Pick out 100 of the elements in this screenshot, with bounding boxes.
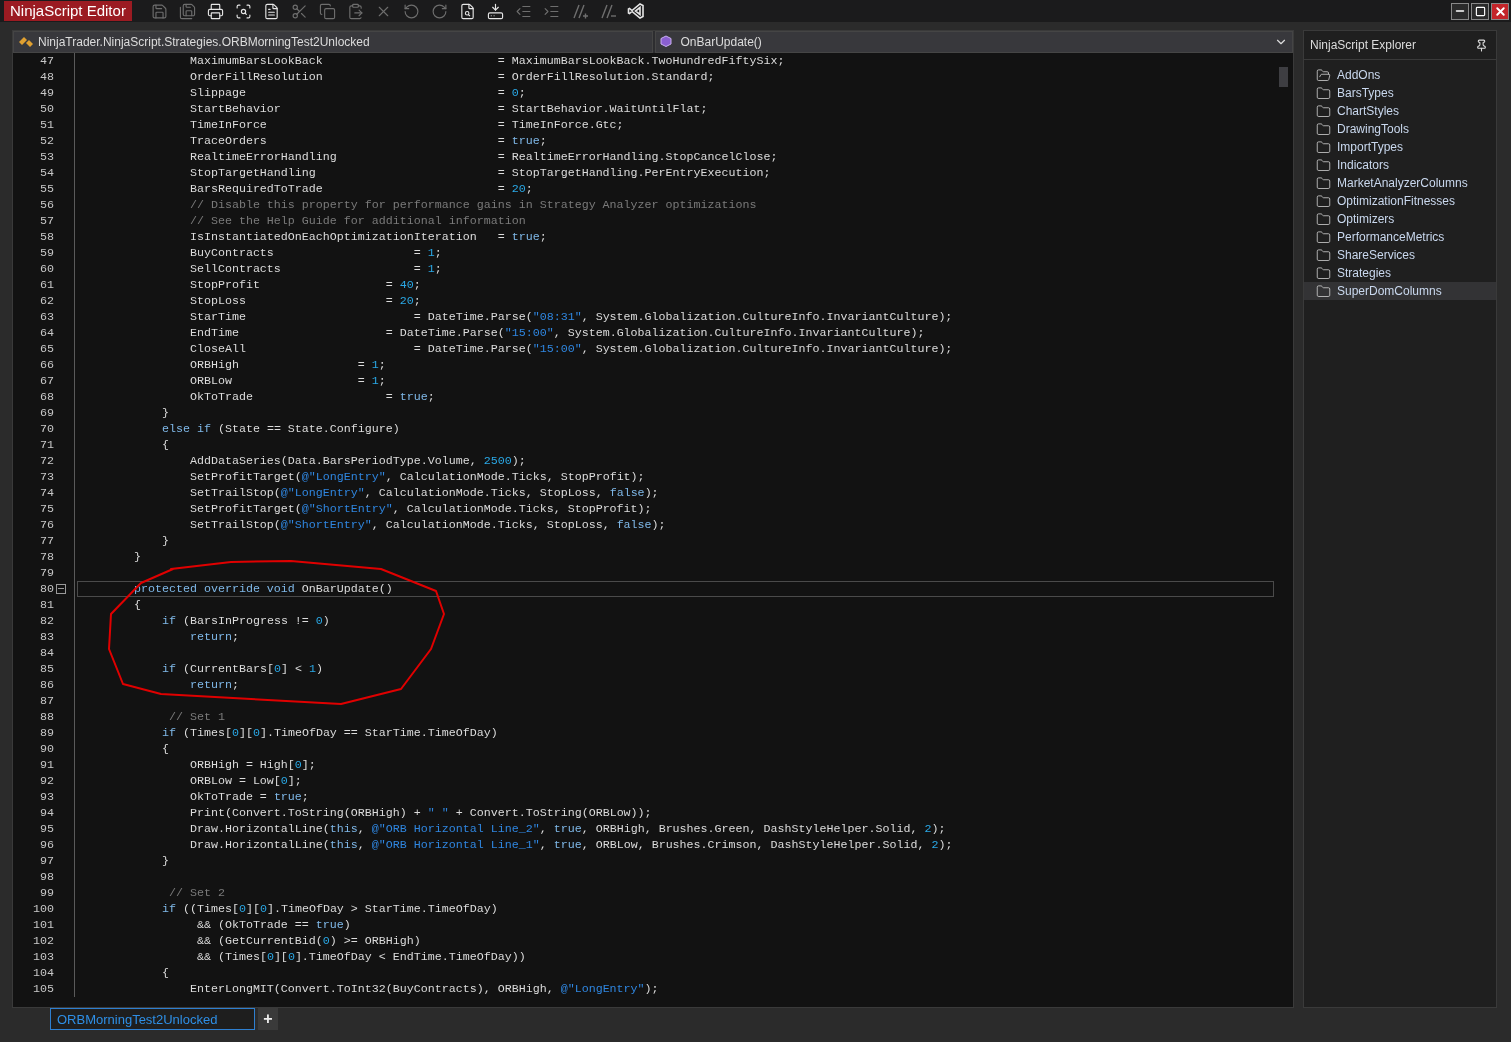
line-number: 68 <box>39 389 55 405</box>
line-number: 82 <box>39 613 55 629</box>
class-icon <box>18 35 34 49</box>
code-line: && (OkToTrade == true) <box>196 918 351 932</box>
code-line: TimeInForce = TimeInForce.Gtc; <box>189 118 624 132</box>
collapse-icon[interactable] <box>56 584 66 594</box>
explorer-item[interactable]: Optimizers <box>1304 210 1496 228</box>
explorer-item[interactable]: DrawingTools <box>1304 120 1496 138</box>
explorer-item[interactable]: OptimizationFitnesses <box>1304 192 1496 210</box>
code-line: if (CurrentBars[0] < 1) <box>161 662 323 676</box>
line-number: 72 <box>39 453 55 469</box>
explorer-item[interactable]: ChartStyles <box>1304 102 1496 120</box>
line-number: 65 <box>39 341 55 357</box>
code-line: AddDataSeries(Data.BarsPeriodType.Volume, 2500); <box>189 454 526 468</box>
redo-icon <box>431 2 449 20</box>
explorer-item[interactable]: Strategies <box>1304 264 1496 282</box>
maximize-button[interactable] <box>1471 2 1489 20</box>
explorer-item[interactable]: ShareServices <box>1304 246 1496 264</box>
line-number: 54 <box>39 165 55 181</box>
line-number: 96 <box>39 837 55 853</box>
code-line: { <box>161 742 169 756</box>
type-dropdown[interactable]: NinjaTrader.NinjaScript.Strategies.ORBMorningTest2Unlocked <box>13 31 654 53</box>
explorer-item[interactable]: ImportTypes <box>1304 138 1496 156</box>
visual-studio-icon <box>626 2 645 20</box>
code-line: ORBLow = Low[0]; <box>189 774 302 788</box>
line-number: 86 <box>39 677 55 693</box>
code-line: ORBHigh = 1; <box>189 358 386 372</box>
add-tab-button[interactable]: + <box>258 1008 278 1030</box>
line-number: 98 <box>39 869 55 885</box>
line-number: 85 <box>39 661 55 677</box>
code-line: RealtimeErrorHandling = RealtimeErrorHandling.StopCancelClose; <box>189 150 778 164</box>
line-number: 105 <box>32 981 55 997</box>
line-number: 51 <box>39 117 55 133</box>
minimize-button[interactable] <box>1451 2 1469 20</box>
explorer-item[interactable]: BarsTypes <box>1304 84 1496 102</box>
line-number: 84 <box>39 645 55 661</box>
line-number: 47 <box>39 53 55 69</box>
code-line: // Set 2 <box>168 886 225 900</box>
line-number: 73 <box>39 469 55 485</box>
line-number: 80 <box>39 581 55 597</box>
code-line: } <box>161 534 169 548</box>
code-line: StarTime = DateTime.Parse("08:31", System.Globalization.CultureInfo.InvariantCulture); <box>189 310 953 324</box>
code-line: SetTrailStop(@"LongEntry", CalculationMode.Ticks, StopLoss, false); <box>189 486 659 500</box>
code-line: ORBHigh = High[0]; <box>189 758 316 772</box>
code-line: EndTime = DateTime.Parse("15:00", System.Globalization.CultureInfo.InvariantCulture); <box>189 326 925 340</box>
pin-icon[interactable] <box>1475 38 1488 52</box>
explorer-item[interactable]: SuperDomColumns <box>1304 282 1496 300</box>
line-number: 58 <box>39 229 55 245</box>
line-number: 97 <box>39 853 55 869</box>
line-number: 101 <box>32 917 55 933</box>
panel-title: NinjaScript Explorer <box>1310 38 1417 52</box>
maximize-icon <box>1474 5 1486 17</box>
code-line: // Set 1 <box>168 710 225 724</box>
line-number: 71 <box>39 437 55 453</box>
file-tab[interactable]: ORBMorningTest2Unlocked <box>50 1008 255 1030</box>
line-number: 56 <box>39 197 55 213</box>
line-number: 61 <box>39 277 55 293</box>
code-line: Draw.HorizontalLine(this, @"ORB Horizontal Line_1", true, ORBLow, Brushes.Crimson, DashStyleHelper.Solid, 2); <box>189 838 953 852</box>
line-number: 69 <box>39 405 55 421</box>
code-line: SetProfitTarget(@"ShortEntry", CalculationMode.Ticks, StopProfit); <box>189 502 652 516</box>
code-line: return; <box>189 678 239 692</box>
code-line: MaximumBarsLookBack = MaximumBarsLookBack.TwoHundredFiftySix; <box>189 54 785 68</box>
code-line: SellContracts = 1; <box>189 262 442 276</box>
code-line: && (Times[0][0].TimeOfDay < EndTime.TimeOfDay)) <box>196 950 526 964</box>
line-number: 78 <box>39 549 55 565</box>
code-line: BarsRequiredToTrade = 20; <box>189 182 533 196</box>
code-line: SetTrailStop(@"ShortEntry", CalculationMode.Ticks, StopLoss, false); <box>189 518 666 532</box>
close-icon <box>1493 4 1507 18</box>
line-number: 64 <box>39 325 55 341</box>
code-line: OkToTrade = true; <box>189 790 309 804</box>
explorer-item[interactable]: MarketAnalyzerColumns <box>1304 174 1496 192</box>
close-button[interactable] <box>1491 2 1509 20</box>
member-dropdown[interactable]: OnBarUpdate() <box>655 31 1293 53</box>
code-line: StopTargetHandling = StopTargetHandling.PerEntryExecution; <box>189 166 771 180</box>
explorer-item[interactable]: PerformanceMetrics <box>1304 228 1496 246</box>
code-line: } <box>161 854 169 868</box>
code-line: StopLoss = 20; <box>189 294 421 308</box>
code-line: protected override void OnBarUpdate() <box>133 582 393 596</box>
code-line: CloseAll = DateTime.Parse("15:00", System.Globalization.CultureInfo.InvariantCulture); <box>189 342 953 356</box>
code-line: StopProfit = 40; <box>189 278 421 292</box>
line-number: 59 <box>39 245 55 261</box>
window-title: NinjaScript Editor <box>4 1 132 21</box>
save-all-icon <box>179 2 197 20</box>
line-number: 88 <box>39 709 55 725</box>
code-line: // See the Help Guide for additional information <box>189 214 526 228</box>
code-line: TraceOrders = true; <box>189 134 547 148</box>
line-number: 52 <box>39 133 55 149</box>
code-line: Slippage = 0; <box>189 86 526 100</box>
line-number: 93 <box>39 789 55 805</box>
code-line: BuyContracts = 1; <box>189 246 442 260</box>
scissors-icon <box>291 2 309 20</box>
code-line: EnterLongMIT(Convert.ToInt32(BuyContracts), ORBHigh, @"LongEntry"); <box>189 982 659 996</box>
line-number: 63 <box>39 309 55 325</box>
line-number: 57 <box>39 213 55 229</box>
explorer-item[interactable]: Indicators <box>1304 156 1496 174</box>
code-line: return; <box>189 630 239 644</box>
comment-icon <box>570 2 589 20</box>
line-number: 100 <box>32 901 55 917</box>
explorer-item[interactable]: AddOns <box>1304 66 1496 84</box>
paste-icon <box>347 2 365 20</box>
